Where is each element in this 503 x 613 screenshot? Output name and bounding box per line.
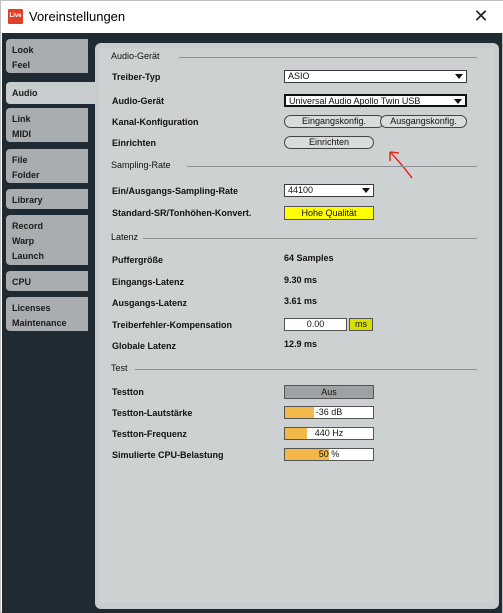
section-audio-device: Audio-Gerät [111, 51, 160, 61]
tab-library[interactable]: Library [6, 189, 88, 209]
window-title: Voreinstellungen [29, 9, 126, 24]
tab-label: Maintenance [12, 318, 67, 328]
setup-label: Einrichten [112, 138, 157, 148]
output-latency-value: 3.61 ms [284, 296, 318, 306]
driver-type-dropdown[interactable]: ASIO [284, 70, 467, 83]
driver-compensation-field[interactable]: 0.00 [284, 318, 347, 331]
tab-label: CPU [12, 277, 32, 287]
tab-label: MIDI [12, 129, 31, 139]
simulated-cpu-value: 50 [318, 449, 329, 459]
test-frequency-unit: Hz [332, 428, 344, 438]
driver-compensation-label: Treiberfehler-Kompensation [112, 320, 233, 330]
tab-record-warp-launch[interactable]: Record Warp Launch [6, 215, 88, 265]
overall-latency-value: 12.9 ms [284, 339, 318, 349]
driver-type-value: ASIO [288, 71, 310, 81]
window-client-area: Look Feel Audio Link MIDI File Folder Li… [2, 33, 502, 613]
tab-label: Warp [12, 236, 35, 246]
test-volume-value: -36 [315, 407, 329, 417]
tab-label: File [12, 155, 28, 165]
test-volume-slider[interactable]: -36 dB [284, 406, 374, 419]
input-latency-label: Eingangs-Latenz [112, 277, 185, 287]
live-app-icon: Live [8, 9, 23, 24]
tab-label: Launch [12, 251, 45, 261]
slider-text: 50 % [285, 449, 373, 460]
audio-device-dropdown[interactable]: Universal Audio Apollo Twin USB [284, 94, 467, 107]
tab-audio[interactable]: Audio [6, 82, 96, 104]
preferences-window: Live Voreinstellungen ✕ Look Feel Audio … [0, 0, 503, 613]
setup-button[interactable]: Einrichten [284, 136, 374, 149]
section-divider [187, 166, 477, 167]
driver-type-label: Treiber-Typ [112, 72, 161, 82]
simulated-cpu-label: Simulierte CPU-Belastung [112, 450, 224, 460]
test-volume-label: Testton-Lautstärke [112, 408, 193, 418]
sampling-rate-value: 44100 [288, 185, 314, 195]
default-sr-label: Standard-SR/Tonhöhen-Konvert. [112, 208, 252, 218]
buffer-size-value: 64 Samples [284, 253, 334, 263]
close-icon[interactable]: ✕ [470, 4, 492, 28]
test-frequency-label: Testton-Frequenz [112, 429, 187, 439]
channel-config-label: Kanal-Konfiguration [112, 117, 199, 127]
sampling-rate-label: Ein/Ausgangs-Sampling-Rate [112, 186, 239, 196]
simulated-cpu-slider[interactable]: 50 % [284, 448, 374, 461]
sampling-rate-dropdown[interactable]: 44100 [284, 184, 374, 197]
input-latency-value: 9.30 ms [284, 275, 318, 285]
tab-label: Look [12, 45, 34, 55]
input-config-button[interactable]: Eingangskonfig. [284, 115, 384, 128]
slider-text: 440 Hz [285, 428, 373, 439]
section-latency: Latenz [111, 232, 139, 242]
tab-label: Record [12, 221, 44, 231]
tab-look-feel[interactable]: Look Feel [6, 39, 88, 73]
tab-label: Audio [12, 88, 38, 98]
test-volume-unit: dB [331, 407, 343, 417]
tab-file-folder[interactable]: File Folder [6, 149, 88, 183]
tab-cpu[interactable]: CPU [6, 271, 88, 291]
driver-compensation-unit-button[interactable]: ms [349, 318, 373, 331]
audio-settings-content: Audio-Gerät Treiber-Typ ASIO Audio-Gerät… [99, 48, 495, 603]
section-divider [135, 369, 477, 370]
output-config-button[interactable]: Ausgangskonfig. [380, 115, 467, 128]
default-sr-quality-button[interactable]: Hohe Qualität [284, 206, 374, 220]
test-frequency-value: 440 [314, 428, 330, 438]
test-tone-label: Testton [112, 387, 144, 397]
overall-latency-label: Globale Latenz [112, 341, 177, 351]
audio-preferences-panel: Audio-Gerät Treiber-Typ ASIO Audio-Gerät… [95, 43, 499, 609]
dropdown-arrow-icon [454, 99, 462, 104]
slider-text: -36 dB [285, 407, 373, 418]
red-arrow-annotation-icon [389, 151, 413, 179]
title-bar[interactable]: Live Voreinstellungen ✕ [1, 1, 503, 33]
tab-label: Feel [12, 60, 31, 70]
section-divider [179, 57, 477, 58]
section-sampling-rate: Sampling-Rate [111, 160, 171, 170]
test-frequency-slider[interactable]: 440 Hz [284, 427, 374, 440]
test-tone-toggle[interactable]: Aus [284, 385, 374, 399]
section-divider [143, 238, 477, 239]
audio-device-label: Audio-Gerät [112, 96, 165, 106]
buffer-size-label: Puffergröße [112, 255, 164, 265]
tab-licenses-maintenance[interactable]: Licenses Maintenance [6, 297, 88, 331]
tab-label: Library [12, 195, 43, 205]
tab-link-midi[interactable]: Link MIDI [6, 108, 88, 142]
audio-device-value: Universal Audio Apollo Twin USB [289, 96, 421, 106]
tab-label: Link [12, 114, 31, 124]
section-test: Test [111, 363, 128, 373]
simulated-cpu-unit: % [331, 449, 340, 459]
output-latency-label: Ausgangs-Latenz [112, 298, 188, 308]
dropdown-arrow-icon [455, 74, 463, 79]
dropdown-arrow-icon [362, 188, 370, 193]
tab-label: Folder [12, 170, 40, 180]
tab-label: Licenses [12, 303, 51, 313]
